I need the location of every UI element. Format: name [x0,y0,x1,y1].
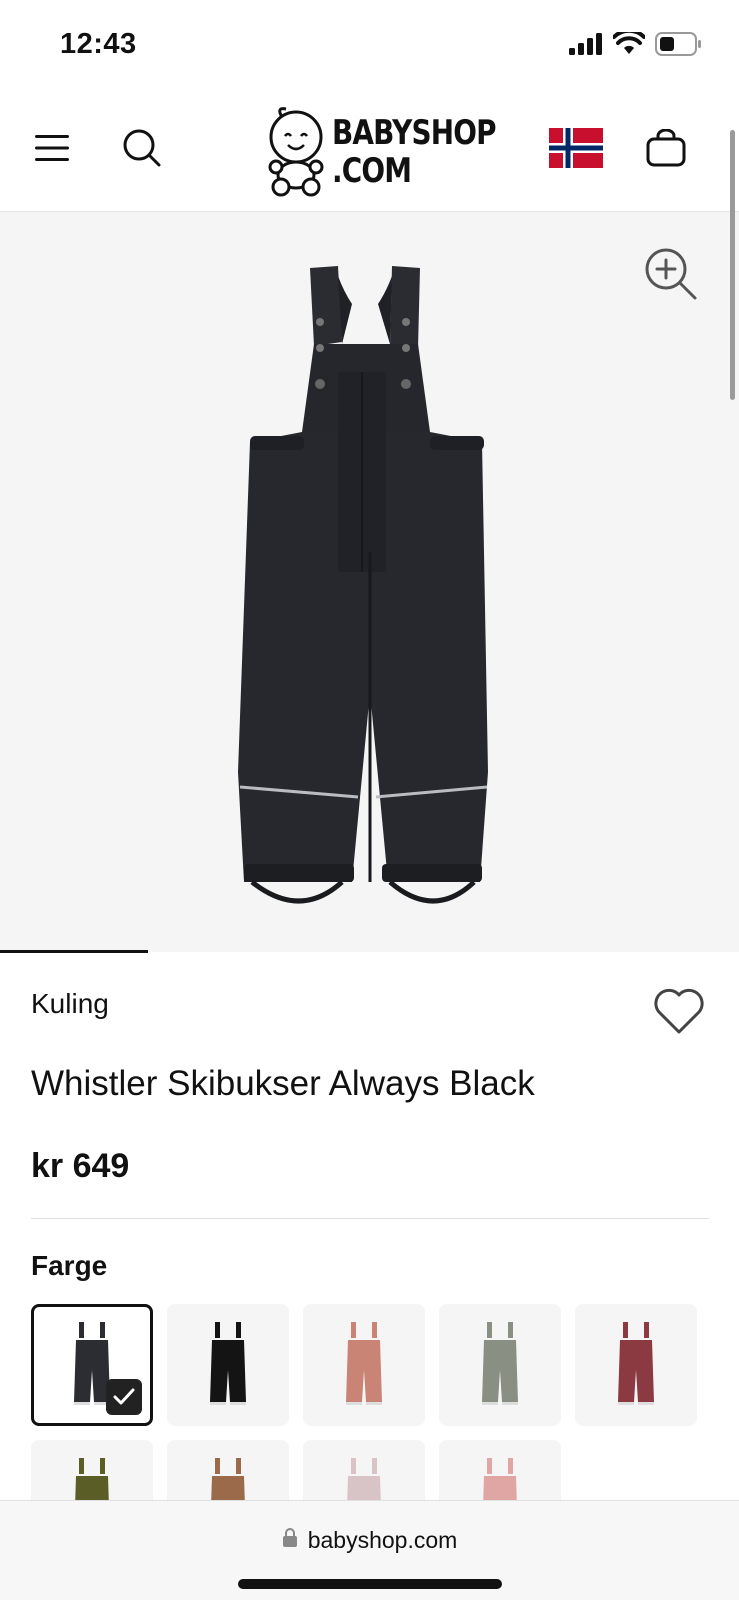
page-scrollbar[interactable] [730,130,735,400]
wifi-icon [612,28,646,61]
color-swatch[interactable] [575,1304,697,1426]
site-logo[interactable]: BABYSHOP .COM [266,102,497,202]
color-swatch[interactable] [167,1304,289,1426]
zoom-button[interactable] [643,246,699,302]
baby-mascot-icon [266,103,328,202]
shopping-bag-icon [646,128,686,172]
product-image [230,252,510,912]
status-bar: 12:43 [0,0,739,90]
product-price: kr 649 [31,1147,130,1185]
battery-icon [655,32,703,61]
logo-line-1: BABYSHOP [332,113,497,153]
norway-flag-icon [549,127,603,173]
site-header: BABYSHOP .COM [0,90,739,212]
lock-icon [282,1527,298,1554]
home-indicator[interactable] [238,1579,502,1589]
product-gallery[interactable] [0,212,739,952]
gallery-position-indicator [0,950,148,953]
url-field[interactable]: babyshop.com [0,1527,739,1554]
product-title: Whistler Skibukser Always Black [31,1064,535,1103]
color-label: Farge [31,1250,108,1281]
country-selector-button[interactable] [546,120,606,180]
browser-address-bar[interactable]: babyshop.com [0,1500,739,1600]
cart-button[interactable] [636,120,696,180]
logo-line-2: .COM [332,151,412,191]
search-button[interactable] [112,120,172,180]
url-text: babyshop.com [307,1527,458,1553]
logo-text: BABYSHOP .COM [332,113,497,191]
color-swatch[interactable] [31,1304,153,1426]
swatch-product-image [482,1322,518,1405]
color-swatch[interactable] [303,1304,425,1426]
wishlist-button[interactable] [651,985,707,1041]
zoom-in-icon [643,248,699,306]
selected-check-icon [106,1379,142,1415]
divider [31,1218,709,1219]
search-icon [122,128,162,173]
signal-icon [569,33,603,60]
product-brand[interactable]: Kuling [31,988,109,1020]
status-icons [569,28,703,61]
swatch-product-image [346,1322,382,1405]
heart-icon [651,988,707,1041]
color-swatch[interactable] [439,1304,561,1426]
swatch-product-image [210,1322,246,1405]
swatch-product-image [618,1322,654,1405]
menu-button[interactable] [22,120,82,180]
status-time: 12:43 [60,28,137,60]
menu-icon [33,133,71,168]
